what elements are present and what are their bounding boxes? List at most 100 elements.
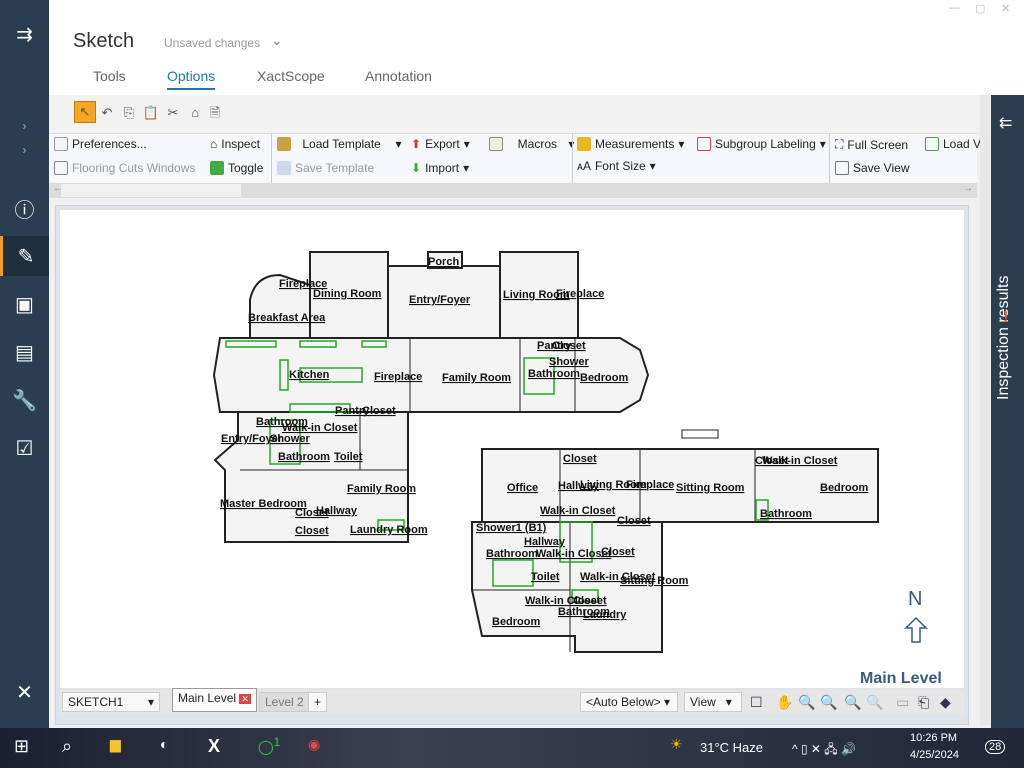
- export-button[interactable]: ⬆ Export ▾: [411, 137, 470, 151]
- ribbon-scrollbar[interactable]: ← →: [49, 183, 977, 198]
- room-label[interactable]: Family Room: [347, 483, 416, 495]
- tab-options[interactable]: Options: [167, 68, 216, 90]
- room-label[interactable]: Dining Room: [313, 288, 382, 300]
- toggle-button[interactable]: Toggle: [210, 161, 263, 175]
- close-tab-icon[interactable]: ✕: [239, 694, 251, 704]
- macros-button[interactable]: Macros ▾: [489, 137, 574, 151]
- room-label[interactable]: Shower: [549, 356, 589, 368]
- file-explorer-icon[interactable]: ▆: [110, 736, 121, 753]
- room-label[interactable]: Bathroom: [528, 368, 580, 380]
- room-label[interactable]: Shower: [270, 433, 310, 445]
- copy-icon[interactable]: ⎘: [119, 103, 139, 123]
- load-template-button[interactable]: Load Template ▾: [277, 137, 402, 151]
- preferences-button[interactable]: Preferences...: [54, 137, 147, 151]
- sketch-select[interactable]: SKETCH1 ▾: [62, 692, 160, 712]
- 3d-view-icon[interactable]: ◆: [940, 694, 951, 711]
- page-icon[interactable]: ⎗: [918, 694, 929, 711]
- load-view-button[interactable]: Load V: [925, 137, 981, 151]
- subgroup-labeling-button[interactable]: Subgroup Labeling ▾: [697, 137, 826, 151]
- weather-text[interactable]: 31°C Haze: [700, 740, 763, 755]
- room-label[interactable]: Family Room: [442, 372, 511, 384]
- clock-date[interactable]: 4/25/2024: [910, 749, 959, 761]
- room-label[interactable]: Fireplace: [556, 288, 604, 300]
- zoom-window-icon[interactable]: 🔍: [866, 694, 883, 711]
- auto-below-select[interactable]: <Auto Below> ▾: [580, 692, 678, 712]
- font-size-button[interactable]: ᴀA Font Size ▾: [577, 159, 656, 173]
- room-label[interactable]: Laundry: [583, 609, 627, 621]
- room-label[interactable]: Master Bedroom: [220, 498, 307, 510]
- room-label[interactable]: Porch: [428, 256, 459, 268]
- floor-plan[interactable]: FireplaceDining RoomPorchEntry/Foyer Livi…: [60, 210, 964, 688]
- windows-start-icon[interactable]: ⊞: [14, 736, 29, 757]
- room-label[interactable]: Hallway: [524, 536, 566, 548]
- blank-page-icon[interactable]: ▭: [896, 694, 909, 711]
- room-label[interactable]: Laundry Room: [350, 524, 428, 536]
- wrench-icon[interactable]: 🔧: [0, 380, 49, 420]
- view-select[interactable]: View ▾: [684, 692, 742, 712]
- pan-hand-icon[interactable]: ✋: [776, 694, 793, 711]
- south-wing[interactable]: [471, 521, 663, 653]
- full-screen-button[interactable]: ⛶ Full Screen: [835, 137, 908, 152]
- clock-time[interactable]: 10:26 PM: [910, 732, 957, 744]
- room-label[interactable]: Closet: [295, 507, 329, 519]
- zoom-fit-icon[interactable]: 🔍: [844, 694, 861, 711]
- room-label[interactable]: Closet: [601, 546, 635, 558]
- room-label[interactable]: Bedroom: [492, 616, 541, 628]
- chevron-right-icon[interactable]: ›: [0, 130, 49, 170]
- zoom-out-icon[interactable]: 🔍: [798, 694, 815, 711]
- room-label[interactable]: Walk-in Closet: [540, 505, 616, 517]
- scroll-right-icon[interactable]: →: [963, 183, 973, 194]
- photos-icon[interactable]: ▣: [0, 284, 49, 324]
- close-window-icon[interactable]: ✕: [1001, 2, 1010, 15]
- room-label[interactable]: Kitchen: [289, 369, 330, 381]
- inspection-results-panel[interactable]: ⇇ Inspection results !: [991, 95, 1024, 728]
- collapse-panel-icon[interactable]: ⇇: [999, 113, 1012, 133]
- room-label[interactable]: Bedroom: [820, 482, 869, 494]
- paste-icon[interactable]: 📋: [141, 103, 161, 123]
- room-label[interactable]: Toilet: [334, 451, 363, 463]
- minimize-icon[interactable]: —: [949, 2, 960, 14]
- save-view-button[interactable]: Save View: [835, 161, 909, 175]
- room-label[interactable]: Bedroom: [580, 372, 629, 384]
- room-label[interactable]: Closet: [563, 453, 597, 465]
- room-label[interactable]: Sitting Room: [620, 575, 689, 587]
- room-label[interactable]: Fireplace: [374, 371, 422, 383]
- room-label[interactable]: Bathroom: [486, 548, 538, 560]
- add-level-button[interactable]: +: [308, 692, 328, 712]
- room-label[interactable]: Bathroom: [760, 508, 812, 520]
- search-icon[interactable]: ⌕: [62, 736, 72, 757]
- checklist-icon[interactable]: ☑: [0, 428, 49, 468]
- room-label[interactable]: Bathroom: [278, 451, 330, 463]
- whatsapp-icon[interactable]: ◯1: [258, 736, 280, 756]
- tab-annotation[interactable]: Annotation: [365, 68, 432, 84]
- xactimate-icon[interactable]: X: [208, 736, 220, 757]
- cut-icon[interactable]: ✂: [163, 103, 183, 123]
- info-icon[interactable]: ⓘ: [0, 188, 49, 228]
- room-label[interactable]: Shower1 (B1): [476, 522, 547, 534]
- save-template-button[interactable]: Save Template: [277, 161, 374, 175]
- tray-icons[interactable]: ^ ▯ ✕ 🖧 🔊: [792, 740, 856, 761]
- select-pointer-icon[interactable]: ↖: [74, 101, 96, 123]
- tab-main-level[interactable]: Main Level ✕: [172, 688, 257, 712]
- documents-icon[interactable]: ▤: [0, 332, 49, 372]
- room-label[interactable]: Entry/Foyer: [409, 294, 471, 306]
- room-label[interactable]: Walk-in Closet: [762, 455, 838, 467]
- room-label[interactable]: Office: [507, 482, 538, 494]
- app-icon[interactable]: ◐: [160, 736, 168, 752]
- collapse-icon[interactable]: ⇉: [0, 14, 49, 54]
- import-button[interactable]: ⬇ Import ▾: [411, 161, 469, 175]
- notifications-badge[interactable]: 28: [985, 740, 1006, 754]
- room-label[interactable]: Closet: [362, 405, 396, 417]
- chrome-icon[interactable]: ◉: [308, 736, 320, 753]
- chevron-down-icon[interactable]: ⌄: [271, 32, 283, 49]
- export-file-icon[interactable]: 🗎: [205, 103, 225, 123]
- zoom-in-icon[interactable]: 🔍: [820, 694, 837, 711]
- select-box-icon[interactable]: ☐: [750, 694, 763, 711]
- room-label[interactable]: Breakfast Area: [248, 312, 326, 324]
- maximize-icon[interactable]: ▢: [975, 2, 985, 15]
- sketch-canvas[interactable]: Fireplace Dining Room Porch Entry/Foyer Livi…: [60, 210, 964, 688]
- room-label[interactable]: Toilet: [531, 571, 560, 583]
- tab-tools[interactable]: Tools: [93, 68, 126, 84]
- room-label[interactable]: Closet: [552, 340, 586, 352]
- close-icon[interactable]: ✕: [0, 672, 49, 712]
